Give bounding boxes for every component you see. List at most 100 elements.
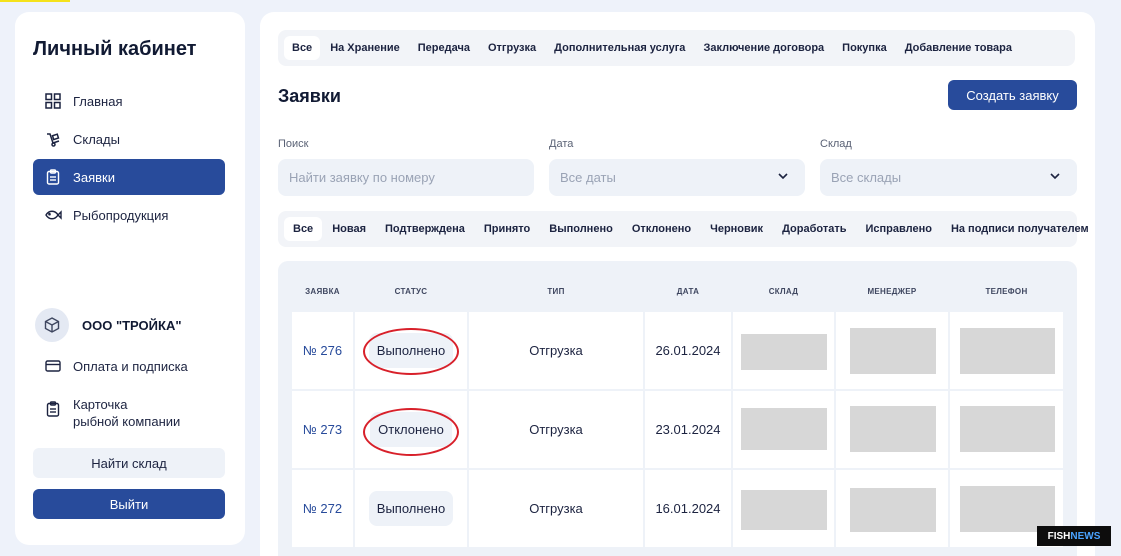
redacted-block (960, 406, 1055, 452)
status-tab-awaiting-signature[interactable]: На подписи получателем (942, 217, 1098, 241)
column-header-type: ТИП (547, 287, 565, 296)
dolly-icon (43, 129, 63, 149)
status-tab-confirmed[interactable]: Подтверждена (376, 217, 474, 241)
status-tab-completed[interactable]: Выполнено (540, 217, 622, 241)
request-number[interactable]: № 272 (292, 470, 353, 547)
manager-cell (836, 312, 948, 389)
status-tabs: Все Новая Подтверждена Принято Выполнено… (278, 211, 1089, 247)
column-header-manager: МЕНЕДЖЕР (867, 287, 917, 296)
top-accent-bar (0, 0, 70, 2)
status-tab-new[interactable]: Новая (323, 217, 375, 241)
column-header-status: СТАТУС (394, 287, 428, 296)
sidebar-item-label: Оплата и подписка (73, 358, 188, 374)
request-number[interactable]: № 276 (292, 312, 353, 389)
chevron-down-icon (777, 170, 789, 185)
fish-icon (43, 205, 63, 225)
status-tab-draft[interactable]: Черновик (701, 217, 772, 241)
type-cell: Отгрузка (469, 470, 643, 547)
sidebar-item-requests[interactable]: Заявки (33, 159, 225, 195)
phone-cell (950, 312, 1063, 389)
sidebar-item-fish-products[interactable]: Рыбопродукция (33, 197, 225, 233)
search-label: Поиск (278, 138, 309, 150)
tab-shipment[interactable]: Отгрузка (480, 36, 544, 60)
manager-cell (836, 470, 948, 547)
find-warehouse-button[interactable]: Найти склад (33, 448, 225, 478)
tab-transfer[interactable]: Передача (410, 36, 478, 60)
annotation-circle (363, 328, 459, 375)
company-name: ООО "ТРОЙКА" (82, 317, 182, 333)
warehouse-select[interactable]: Все склады (820, 159, 1077, 196)
warehouse-label: Склад (820, 138, 852, 150)
redacted-block (741, 490, 827, 530)
warehouse-cell (733, 391, 834, 468)
sidebar-item-warehouses[interactable]: Склады (33, 121, 225, 157)
tab-all[interactable]: Все (284, 36, 321, 60)
sidebar-title: Личный кабинет (33, 38, 197, 60)
tab-add-product[interactable]: Добавление товара (897, 36, 1020, 60)
main-panel: Все На Хранение Передача Отгрузка Дополн… (260, 12, 1095, 556)
sidebar-item-label: Главная (73, 93, 123, 109)
sidebar-item-company-card[interactable]: Карточка рыбной компании (33, 396, 225, 436)
sidebar-item-label: Склады (73, 131, 120, 147)
status-tab-rework[interactable]: Доработать (773, 217, 855, 241)
clipboard-icon (43, 399, 63, 419)
clipboard-icon (43, 167, 63, 187)
date-select[interactable]: Все даты (549, 159, 805, 196)
warehouse-select-value: Все склады (831, 170, 902, 185)
redacted-block (960, 328, 1055, 374)
column-header-warehouse: СКЛАД (768, 287, 799, 296)
chevron-down-icon (1049, 170, 1061, 185)
sidebar-item-label: Заявки (73, 169, 115, 185)
date-label: Дата (549, 138, 574, 150)
type-tabs: Все На Хранение Передача Отгрузка Дополн… (278, 30, 1075, 66)
redacted-block (741, 408, 827, 450)
sidebar-item-home[interactable]: Главная (33, 83, 225, 119)
request-number[interactable]: № 273 (292, 391, 353, 468)
date-select-value: Все даты (560, 170, 616, 185)
warehouse-cell (733, 312, 834, 389)
page-title: Заявки (278, 86, 341, 106)
company-card-line-1: Карточка (73, 397, 128, 412)
status-badge: Выполнено (368, 491, 454, 526)
tab-additional-service[interactable]: Дополнительная услуга (546, 36, 693, 60)
tab-contract[interactable]: Заключение договора (695, 36, 832, 60)
tab-storage[interactable]: На Хранение (322, 36, 408, 60)
date-cell: 16.01.2024 (645, 470, 731, 547)
column-header-request: ЗАЯВКА (305, 287, 340, 296)
status-tab-accepted[interactable]: Принято (475, 217, 539, 241)
sidebar: Личный кабинет Главная Склады Заявки Рыб… (15, 12, 245, 545)
box-icon (35, 308, 69, 342)
redacted-block (850, 328, 936, 374)
annotation-circle (363, 408, 459, 456)
watermark-text-part2: NEWS (1070, 530, 1101, 542)
create-request-button[interactable]: Создать заявку (948, 80, 1077, 110)
phone-cell (950, 391, 1063, 468)
type-cell: Отгрузка (469, 391, 643, 468)
status-tab-all[interactable]: Все (284, 217, 323, 241)
redacted-block (850, 406, 936, 452)
type-cell: Отгрузка (469, 312, 643, 389)
company-block: ООО "ТРОЙКА" (35, 308, 182, 342)
status-tab-rejected[interactable]: Отклонено (623, 217, 700, 241)
sidebar-item-payment[interactable]: Оплата и подписка (33, 348, 225, 384)
warehouse-cell (733, 470, 834, 547)
status-cell: Выполнено (355, 470, 467, 547)
sidebar-item-label: Рыбопродукция (73, 207, 169, 223)
logout-button[interactable]: Выйти (33, 489, 225, 519)
credit-card-icon (43, 356, 63, 376)
sidebar-item-label: Карточка рыбной компании (73, 396, 180, 430)
manager-cell (836, 391, 948, 468)
grid-icon (43, 91, 63, 111)
redacted-block (850, 488, 936, 532)
redacted-block (741, 334, 827, 370)
tab-purchase[interactable]: Покупка (834, 36, 895, 60)
search-input[interactable]: Найти заявку по номеру (278, 159, 534, 196)
status-tab-corrected[interactable]: Исправлено (856, 217, 940, 241)
company-card-line-2: рыбной компании (73, 414, 181, 429)
watermark-text-part1: FISH (1047, 530, 1071, 542)
date-cell: 26.01.2024 (645, 312, 731, 389)
column-header-phone: ТЕЛЕФОН (985, 287, 1028, 296)
date-cell: 23.01.2024 (645, 391, 731, 468)
fishnews-watermark: FISH NEWS (1037, 526, 1111, 546)
table-row[interactable]: № 272 Выполнено Отгрузка 16.01.2024 (292, 470, 1063, 547)
